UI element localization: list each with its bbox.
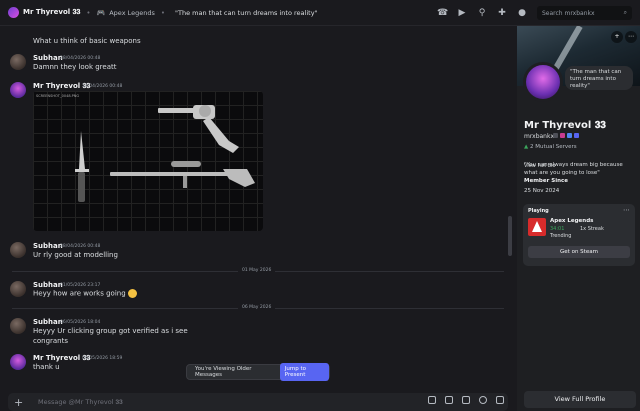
view-full-profile-button[interactable]: View Full Profile xyxy=(524,391,636,408)
gif-icon[interactable] xyxy=(445,396,453,404)
message-author[interactable]: Subhan xyxy=(33,318,63,326)
date-divider-label: 01 May 2026 xyxy=(238,268,276,273)
more-options-icon[interactable]: ⋯ xyxy=(623,206,630,214)
message-timestamp: 28/04/2026 00:48 xyxy=(60,56,101,61)
gamepad-icon: 🎮 xyxy=(96,8,106,17)
profile-name: Mr Thyrevol 𝟑𝟑 xyxy=(524,120,606,131)
message-text: Ur rly good at modelling xyxy=(33,251,118,259)
mutual-servers[interactable]: ▲ 2 Mutual Servers xyxy=(524,144,577,150)
message-text: Heyy how are works going xyxy=(33,289,137,298)
member-since-label: Member Since xyxy=(524,178,568,184)
search-placeholder: Search mrxbankx xyxy=(542,9,595,17)
view-full-bio-link[interactable]: View Full Bio xyxy=(524,163,555,169)
game-streak: 1x Streak xyxy=(580,226,604,232)
message-author[interactable]: Subhan xyxy=(33,281,63,289)
gift-icon[interactable] xyxy=(428,396,436,404)
status-bubble: "The man that can turn dreams into reali… xyxy=(565,66,633,90)
message-timestamp: 06/05/2026 18:59 xyxy=(82,356,123,361)
avatar[interactable] xyxy=(10,354,26,370)
message-timestamp: 01/05/2026 23:17 xyxy=(60,283,101,288)
attachment-label: SCREENSHOT_0048.PNG xyxy=(36,94,80,98)
scrollbar-thumb[interactable] xyxy=(508,216,512,256)
older-messages-text: You're Viewing Older Messages xyxy=(195,366,252,378)
chat-header: Mr Thyrevol 𝟑𝟑 • 🎮 Apex Legends • "The m… xyxy=(0,0,640,26)
message-author[interactable]: Subhan xyxy=(33,54,63,62)
header-game: Apex Legends xyxy=(109,8,155,17)
message-timestamp: 28/04/2026 00:48 xyxy=(60,244,101,249)
activity-card: Playing ⋯ Apex Legends 34:01 1x Streak T… xyxy=(523,204,635,266)
plus-icon[interactable]: + xyxy=(14,396,26,409)
add-friend-icon[interactable]: + xyxy=(611,31,623,43)
profile-handle: mrxbankx xyxy=(524,133,555,140)
header-user-name[interactable]: Mr Thyrevol 𝟑𝟑 xyxy=(23,8,80,17)
jump-to-present-button[interactable]: Jump to Present xyxy=(279,363,329,381)
avatar[interactable] xyxy=(10,318,26,334)
badge-icon[interactable] xyxy=(574,133,579,138)
header-status: "The man that can turn dreams into reali… xyxy=(175,8,318,17)
avatar[interactable] xyxy=(10,54,26,70)
game-name: Apex Legends xyxy=(550,218,594,224)
message-list[interactable]: What u think of basic weapons Subhan 28/… xyxy=(0,26,516,386)
badge-icon[interactable] xyxy=(567,133,572,138)
steam-button-label: Get on Steam xyxy=(560,249,598,255)
apps-icon[interactable] xyxy=(496,396,504,404)
message-text: congrants xyxy=(33,337,69,345)
phone-icon[interactable]: ☎ xyxy=(437,8,448,18)
message-text: Heyyy Ur clicking group got verified as … xyxy=(33,327,188,335)
message-text: thank u xyxy=(33,363,60,371)
sticker-icon[interactable] xyxy=(462,396,470,404)
profile-icon[interactable]: ● xyxy=(517,8,527,18)
badge-icon[interactable] xyxy=(560,133,565,138)
emoji-icon xyxy=(127,289,137,298)
date-divider-label: 06 May 2026 xyxy=(238,305,276,310)
older-messages-bar: You're Viewing Older Messages Jump to Pr… xyxy=(186,363,330,381)
apex-legends-logo xyxy=(528,218,546,236)
header-separator: • xyxy=(86,8,91,17)
game-trending: Trending xyxy=(550,233,572,239)
message-text: Damnn they look greatt xyxy=(33,63,117,71)
game-elapsed-time: 34:01 xyxy=(550,226,565,232)
profile-panel: + ⋯ "The man that can turn dreams into r… xyxy=(517,26,640,411)
avatar[interactable] xyxy=(10,281,26,297)
member-since-value: 25 Nov 2024 xyxy=(524,188,560,194)
profile-avatar[interactable] xyxy=(523,62,563,102)
message-text-content: Heyy how are works going xyxy=(33,289,126,298)
image-attachment[interactable]: SCREENSHOT_0048.PNG xyxy=(33,91,263,231)
emoji-picker-icon[interactable] xyxy=(479,396,487,404)
avatar[interactable] xyxy=(10,242,26,258)
message-text: What u think of basic weapons xyxy=(33,37,141,45)
mutual-servers-label: 2 Mutual Servers xyxy=(529,144,577,150)
header-avatar[interactable] xyxy=(8,7,19,18)
message-author[interactable]: Subhan xyxy=(33,242,63,250)
message-timestamp: 06/05/2026 18:04 xyxy=(60,320,101,325)
message-timestamp: 28/04/2026 00:48 xyxy=(82,84,123,89)
search-icon: ⌕ xyxy=(623,9,627,16)
header-separator: • xyxy=(160,8,166,17)
message-composer[interactable]: + Message @Mr Thyrevol 𝟑𝟑 xyxy=(8,393,508,411)
profile-badges xyxy=(553,133,579,138)
composer-placeholder: Message @Mr Thyrevol 𝟑𝟑 xyxy=(38,397,123,406)
search-input[interactable]: Search mrxbankx ⌕ xyxy=(537,6,632,20)
more-options-icon[interactable]: ⋯ xyxy=(625,31,637,43)
avatar[interactable] xyxy=(10,82,26,98)
get-on-steam-button[interactable]: Get on Steam xyxy=(528,246,630,258)
badge-icon[interactable] xyxy=(553,133,558,138)
add-friend-icon[interactable]: ✚ xyxy=(497,8,507,18)
playing-label: Playing xyxy=(528,208,549,214)
weapons-render xyxy=(75,105,255,202)
pin-icon[interactable]: ⚲ xyxy=(477,8,487,18)
video-icon[interactable]: ▶ xyxy=(457,8,467,18)
